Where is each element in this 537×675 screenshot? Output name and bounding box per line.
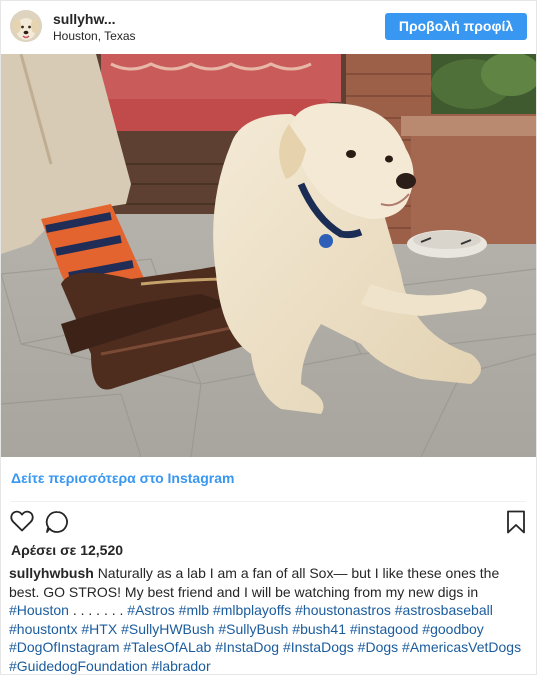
labrador-with-socks-photo — [1, 54, 536, 457]
hashtag[interactable]: #Dogs — [358, 639, 398, 655]
location[interactable]: Houston, Texas — [53, 28, 136, 44]
hashtag[interactable]: #Houston — [9, 602, 69, 618]
hashtag[interactable]: #AmericasVetDogs — [402, 639, 521, 655]
action-bar — [1, 506, 536, 536]
comment-icon[interactable] — [45, 510, 69, 539]
hashtag[interactable]: #TalesOfALab — [123, 639, 211, 655]
post-caption: sullyhwbush Naturally as a lab I am a fa… — [9, 564, 524, 674]
hashtag[interactable]: #bush41 — [292, 621, 346, 637]
post-photo[interactable] — [1, 54, 536, 457]
heart-icon[interactable] — [10, 510, 34, 537]
hashtag[interactable]: #instagood — [350, 621, 419, 637]
caption-dots: . . . . . . . — [72, 602, 124, 618]
hashtag[interactable]: #InstaDogs — [283, 639, 354, 655]
hashtag[interactable]: #goodboy — [422, 621, 484, 637]
hashtag[interactable]: #InstaDog — [215, 639, 279, 655]
see-more-on-instagram-link[interactable]: Δείτε περισσότερα στο Instagram — [11, 470, 234, 486]
user-block: sullyhw... Houston, Texas — [53, 11, 136, 44]
dog-avatar-icon — [10, 10, 42, 42]
instagram-embed-card: sullyhw... Houston, Texas Προβολή προφίλ — [0, 0, 537, 675]
caption-username[interactable]: sullyhwbush — [9, 565, 94, 581]
hashtag[interactable]: #astrosbaseball — [395, 602, 493, 618]
hashtag[interactable]: #labrador — [151, 658, 210, 674]
hashtag[interactable]: #GuidedogFoundation — [9, 658, 148, 674]
post-header: sullyhw... Houston, Texas Προβολή προφίλ — [1, 1, 536, 53]
hashtag[interactable]: #HTX — [81, 621, 117, 637]
likes-count[interactable]: Αρέσει σε 12,520 — [11, 542, 123, 558]
hashtag[interactable]: #mlb — [179, 602, 209, 618]
view-profile-button[interactable]: Προβολή προφίλ — [385, 13, 527, 40]
hashtag[interactable]: #SullyBush — [218, 621, 288, 637]
hashtag[interactable]: #Astros — [127, 602, 174, 618]
divider — [11, 501, 526, 502]
hashtag[interactable]: #houstonastros — [295, 602, 391, 618]
hashtag[interactable]: #SullyHWBush — [121, 621, 214, 637]
bookmark-icon[interactable] — [506, 510, 526, 539]
hashtag[interactable]: #DogOfInstagram — [9, 639, 120, 655]
username[interactable]: sullyhw... — [53, 11, 136, 27]
hashtag[interactable]: #houstontx — [9, 621, 78, 637]
avatar[interactable] — [10, 10, 42, 42]
hashtag[interactable]: #mlbplayoffs — [213, 602, 291, 618]
